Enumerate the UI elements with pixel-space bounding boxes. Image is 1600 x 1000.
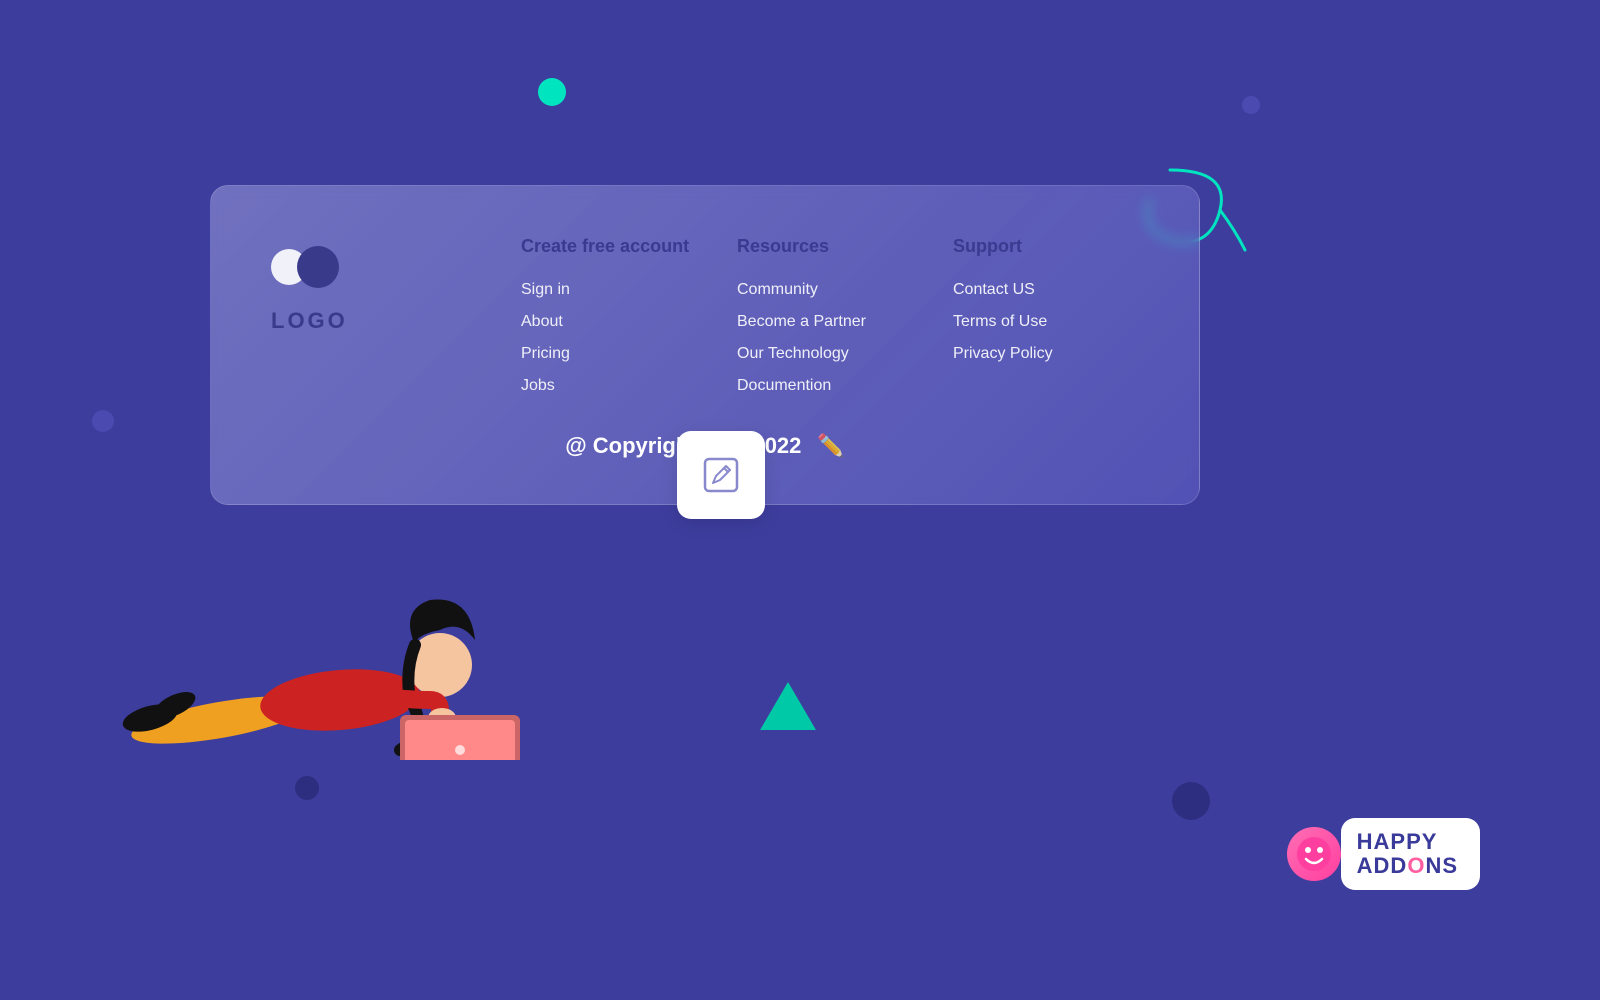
link-terms[interactable]: Terms of Use (953, 313, 1139, 331)
bg-circle-bottom-left (295, 776, 319, 800)
support-links: Contact US Terms of Use Privacy Policy (953, 281, 1139, 363)
addons-o: O (1407, 853, 1425, 878)
logo-text: LOGO (271, 308, 348, 334)
edit-icon (700, 454, 742, 496)
bg-circle-teal (538, 78, 566, 106)
terms-link[interactable]: Terms of Use (953, 313, 1047, 330)
footer-card: LOGO Create free account Sign in About P… (210, 185, 1200, 505)
about-link[interactable]: About (521, 313, 563, 330)
contact-link[interactable]: Contact US (953, 281, 1035, 298)
pricing-link[interactable]: Pricing (521, 345, 570, 362)
partner-link[interactable]: Become a Partner (737, 313, 866, 330)
community-link[interactable]: Community (737, 281, 818, 298)
link-partner[interactable]: Become a Partner (737, 313, 923, 331)
signin-link[interactable]: Sign in (521, 281, 570, 298)
bg-circle-left (92, 410, 114, 432)
link-signin[interactable]: Sign in (521, 281, 707, 299)
teal-triangle-decoration (760, 682, 816, 730)
create-account-heading: Create free account (521, 236, 707, 257)
documention-link[interactable]: Documention (737, 377, 831, 394)
link-privacy[interactable]: Privacy Policy (953, 345, 1139, 363)
happy-face-icon (1287, 827, 1341, 881)
privacy-link[interactable]: Privacy Policy (953, 345, 1053, 362)
create-account-links: Sign in About Pricing Jobs (521, 281, 707, 395)
link-jobs[interactable]: Jobs (521, 377, 707, 395)
pencil-icon: ✏️ (817, 433, 844, 459)
logo-circle-dark (297, 246, 339, 288)
addons-label: ADDONS (1357, 854, 1458, 878)
support-heading: Support (953, 236, 1139, 257)
technology-link[interactable]: Our Technology (737, 345, 849, 362)
link-community[interactable]: Community (737, 281, 923, 299)
create-account-column: Create free account Sign in About Pricin… (521, 236, 707, 395)
resources-heading: Resources (737, 236, 923, 257)
link-documention[interactable]: Documention (737, 377, 923, 395)
happy-addons-brand: HAPPY ADDONS (1297, 818, 1480, 890)
footer-grid: LOGO Create free account Sign in About P… (271, 236, 1139, 395)
happy-addons-text: HAPPY ADDONS (1341, 818, 1480, 890)
edit-icon-box[interactable] (677, 431, 765, 519)
jobs-link[interactable]: Jobs (521, 377, 555, 394)
link-technology[interactable]: Our Technology (737, 345, 923, 363)
resources-column: Resources Community Become a Partner Our… (737, 236, 923, 395)
bg-circle-bottom-right (1172, 782, 1210, 820)
link-contact[interactable]: Contact US (953, 281, 1139, 299)
logo-icons (271, 246, 339, 288)
link-pricing[interactable]: Pricing (521, 345, 707, 363)
logo-section: LOGO (271, 236, 491, 395)
resources-links: Community Become a Partner Our Technolog… (737, 281, 923, 395)
support-column: Support Contact US Terms of Use Privacy … (953, 236, 1139, 395)
bg-circle-dark-sm (1242, 96, 1260, 114)
person-illustration (120, 500, 540, 760)
happy-label: HAPPY (1357, 830, 1458, 854)
link-about[interactable]: About (521, 313, 707, 331)
